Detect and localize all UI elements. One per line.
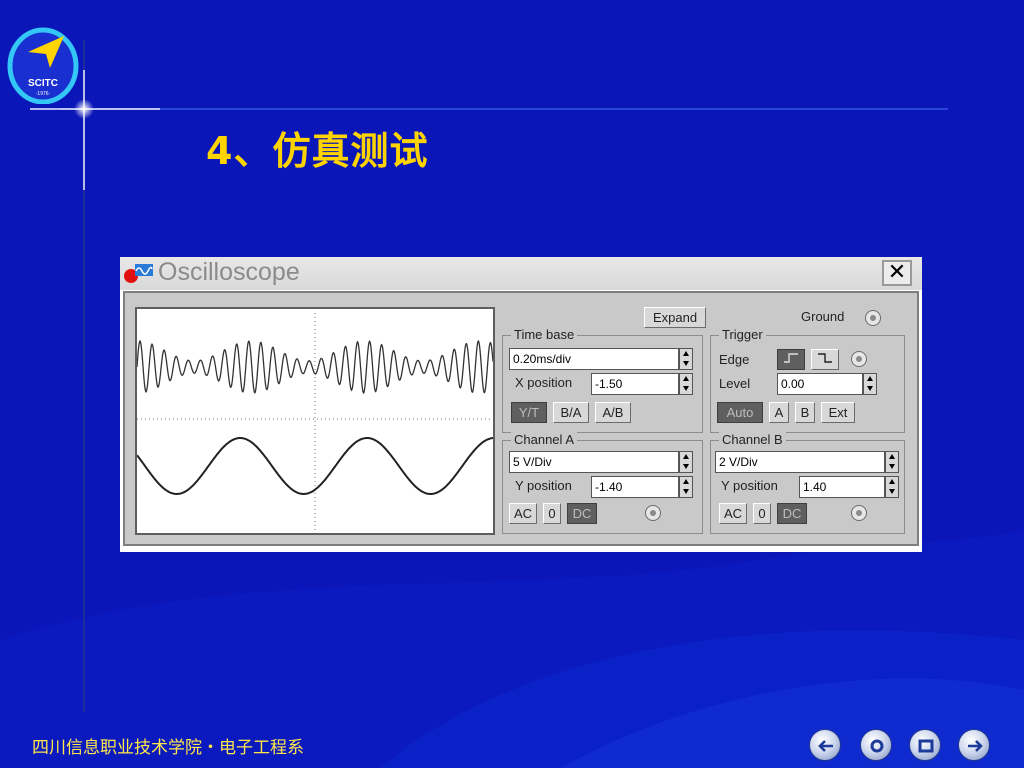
channel-b-label: Channel B	[719, 432, 786, 447]
channel-b-terminal[interactable]	[851, 505, 867, 521]
x-position-field[interactable]: -1.50	[591, 373, 679, 395]
channel-a-scale-stepper[interactable]	[679, 451, 693, 473]
falling-edge-icon	[818, 353, 832, 363]
channel-a-y-position-stepper[interactable]	[679, 476, 693, 498]
edge-label: Edge	[719, 352, 750, 367]
channel-b-dc-button[interactable]: DC	[777, 503, 807, 524]
falling-edge-button[interactable]	[811, 349, 839, 370]
channel-a-scale-field[interactable]: 5 V/Div	[509, 451, 679, 473]
channel-b-group: Channel B 2 V/Div Y position 1.40 AC 0 D…	[710, 432, 905, 534]
window-title: Oscilloscope	[158, 258, 300, 286]
logo-text: SCITC	[28, 78, 58, 89]
time-base-group: Time base 0.20ms/div X position -1.50 Y/…	[502, 327, 703, 433]
trigger-auto-button[interactable]: Auto	[717, 402, 763, 423]
nav-home-button[interactable]	[860, 729, 892, 761]
waveform-display	[137, 313, 493, 531]
channel-b-y-position-stepper[interactable]	[885, 476, 899, 498]
arrow-right-icon	[968, 740, 983, 752]
channel-a-label: Channel A	[511, 432, 577, 447]
trigger-ext-button[interactable]: Ext	[821, 402, 855, 423]
channel-a-dc-button[interactable]: DC	[567, 503, 597, 524]
ground-label: Ground	[801, 309, 845, 324]
time-base-label: Time base	[511, 327, 578, 342]
school-logo: SCITC ·1976·	[7, 27, 79, 104]
trigger-label: Trigger	[719, 327, 766, 342]
slide: SCITC ·1976· 4、仿真测试 Oscilloscope ✕ Expan…	[0, 0, 1024, 768]
channel-b-scale-stepper[interactable]	[885, 451, 899, 473]
oscilloscope-panel: Expand Ground Time base 0.20ms/div X pos…	[123, 291, 919, 546]
ground-terminal[interactable]	[865, 310, 881, 326]
channel-b-scale-field[interactable]: 2 V/Div	[715, 451, 885, 473]
channel-b-zero-button[interactable]: 0	[753, 503, 771, 524]
mode-yt-button[interactable]: Y/T	[511, 402, 547, 423]
channel-a-zero-button[interactable]: 0	[543, 503, 561, 524]
trigger-b-button[interactable]: B	[795, 402, 815, 423]
x-position-label: X position	[515, 375, 573, 390]
channel-b-y-position-label: Y position	[721, 478, 778, 493]
channel-a-y-position-label: Y position	[515, 478, 572, 493]
channel-b-y-position-field[interactable]: 1.40	[799, 476, 885, 498]
expand-button[interactable]: Expand	[644, 307, 706, 328]
logo-year: ·1976·	[36, 91, 51, 97]
square-icon	[918, 739, 934, 753]
mode-ab-button[interactable]: A/B	[595, 402, 631, 423]
oscilloscope-app-icon	[124, 264, 153, 283]
trigger-a-button[interactable]: A	[769, 402, 789, 423]
channel-a-y-position-field[interactable]: -1.40	[591, 476, 679, 498]
mode-ba-button[interactable]: B/A	[553, 402, 589, 423]
trigger-input-terminal[interactable]	[851, 351, 867, 367]
oscilloscope-screen	[135, 307, 495, 535]
x-position-stepper[interactable]	[679, 373, 693, 395]
nav-menu-button[interactable]	[909, 729, 941, 761]
channel-a-ac-button[interactable]: AC	[509, 503, 537, 524]
rising-edge-icon	[784, 353, 798, 363]
trigger-level-field[interactable]: 0.00	[777, 373, 863, 395]
channel-a-group: Channel A 5 V/Div Y position -1.40 AC 0 …	[502, 432, 703, 534]
trigger-level-stepper[interactable]	[863, 373, 877, 395]
window-titlebar[interactable]: Oscilloscope ✕	[120, 257, 922, 290]
nav-prev-button[interactable]	[809, 729, 841, 761]
slide-title: 4、仿真测试	[206, 129, 429, 173]
nav-next-button[interactable]	[958, 729, 990, 761]
footer-text: 四川信息职业技术学院・电子工程系	[32, 738, 304, 758]
trigger-group: Trigger Edge Level 0.00 Auto A B Ext	[710, 327, 905, 433]
oscilloscope-window: Oscilloscope ✕ Expand Ground Time base 0…	[120, 257, 922, 552]
channel-a-terminal[interactable]	[645, 505, 661, 521]
time-base-field[interactable]: 0.20ms/div	[509, 348, 679, 370]
level-label: Level	[719, 376, 751, 391]
circle-icon	[870, 739, 884, 753]
arrow-left-icon	[818, 740, 833, 752]
time-base-stepper[interactable]	[679, 348, 693, 370]
rising-edge-button[interactable]	[777, 349, 805, 370]
close-button[interactable]: ✕	[882, 260, 912, 286]
channel-b-ac-button[interactable]: AC	[719, 503, 747, 524]
